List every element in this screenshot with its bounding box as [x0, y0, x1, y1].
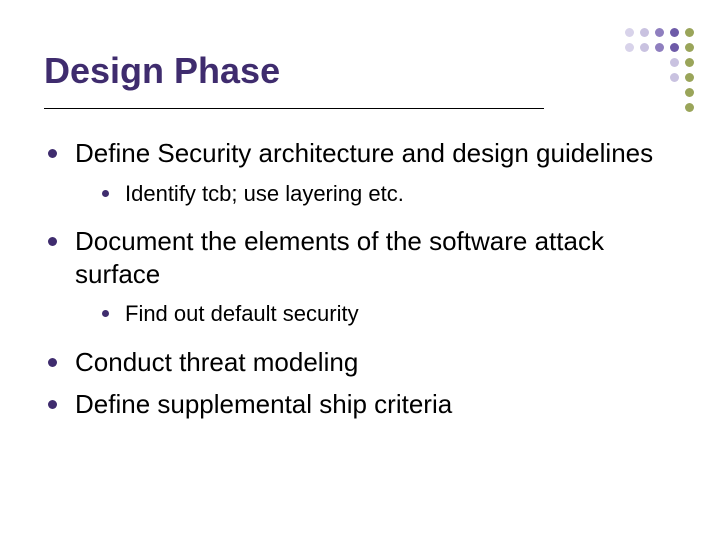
deco-dot [655, 28, 664, 37]
title-underline [44, 108, 544, 109]
deco-dot [685, 58, 694, 67]
bullet-level2: Identify tcb; use layering etc. [44, 180, 676, 208]
bullet-level1: Document the elements of the software at… [44, 225, 676, 290]
bullet-level2: Find out default security [44, 300, 676, 328]
deco-dot [685, 73, 694, 82]
bullet-level1: Define Security architecture and design … [44, 137, 676, 170]
slide-title: Design Phase [44, 50, 676, 96]
deco-dot [685, 88, 694, 97]
deco-dot [670, 28, 679, 37]
deco-dot [625, 28, 634, 37]
bullet-text: Conduct threat modeling [75, 346, 676, 379]
bullet-text: Find out default security [125, 300, 676, 328]
bullet-icon [48, 358, 57, 367]
bullet-icon [48, 400, 57, 409]
bullet-icon [102, 310, 109, 317]
deco-dot [685, 43, 694, 52]
slide-body: Define Security architecture and design … [44, 137, 676, 421]
bullet-text: Identify tcb; use layering etc. [125, 180, 676, 208]
bullet-icon [102, 190, 109, 197]
bullet-icon [48, 237, 57, 246]
bullet-text: Document the elements of the software at… [75, 225, 676, 290]
bullet-text: Define Security architecture and design … [75, 137, 676, 170]
deco-dot [685, 103, 694, 112]
slide: Design Phase Define Security architectur… [0, 0, 720, 540]
bullet-icon [48, 149, 57, 158]
deco-dot [640, 28, 649, 37]
bullet-level1: Conduct threat modeling [44, 346, 676, 379]
bullet-level1: Define supplemental ship criteria [44, 388, 676, 421]
bullet-text: Define supplemental ship criteria [75, 388, 676, 421]
deco-dot [685, 28, 694, 37]
